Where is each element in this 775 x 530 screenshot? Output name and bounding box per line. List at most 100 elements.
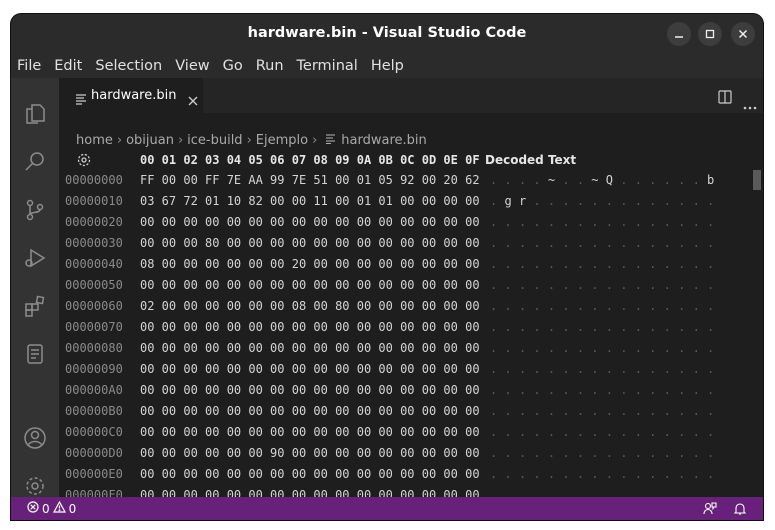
menu-help[interactable]: Help <box>371 58 404 74</box>
hex-row-decoded-text[interactable]: . . . . . . . . . . . . . . . . <box>490 257 714 271</box>
minimize-icon[interactable] <box>667 22 691 46</box>
hex-row-bytes[interactable]: 00 00 00 00 00 00 00 00 00 00 00 00 00 0… <box>140 215 480 229</box>
hex-row-decoded-text[interactable]: . . . . . . . . . . . . . . . . <box>490 299 714 313</box>
breadcrumb-home[interactable]: home <box>76 133 113 148</box>
hex-row-decoded-text[interactable]: . . . . . . . . . . . . . . . . <box>490 362 714 376</box>
menu-file[interactable]: File <box>17 58 41 74</box>
window-title: hardware.bin - Visual Studio Code <box>247 25 527 41</box>
hex-row-bytes[interactable]: 00 00 00 00 00 00 00 00 00 00 00 00 00 0… <box>140 404 480 418</box>
menu-go[interactable]: Go <box>223 58 243 74</box>
warning-count: 0 <box>68 501 77 516</box>
hex-row-bytes[interactable]: 02 00 00 00 00 00 00 08 00 80 00 00 00 0… <box>140 299 480 313</box>
more-actions-icon[interactable] <box>743 95 757 114</box>
hex-row-bytes[interactable]: 00 00 00 00 00 00 00 00 00 00 00 00 00 0… <box>140 383 480 397</box>
breadcrumb-obijuan[interactable]: obijuan <box>126 133 174 148</box>
file-lines-icon <box>75 90 87 109</box>
hex-column-header: 00 01 02 03 04 05 06 07 08 09 0A 0B 0C 0… <box>140 153 480 167</box>
hex-row-address: 000000B0 <box>65 404 123 418</box>
hex-row-address: 00000090 <box>65 362 123 376</box>
breadcrumb-file[interactable]: hardware.bin <box>341 133 426 148</box>
hex-row-address: 000000E0 <box>65 467 123 481</box>
chevron-right-icon: › <box>177 132 184 148</box>
hex-row-bytes[interactable]: 03 67 72 01 10 82 00 00 11 00 01 01 00 0… <box>140 194 480 208</box>
menu-edit[interactable]: Edit <box>54 58 82 74</box>
hex-row-bytes[interactable]: FF 00 00 FF 7E AA 99 7E 51 00 01 05 92 0… <box>140 173 480 187</box>
chevron-right-icon: › <box>246 132 252 148</box>
hex-editor-icon[interactable] <box>23 342 47 366</box>
hex-row-decoded-text[interactable]: . . . . ~ . . ~ Q . . . . . . b <box>490 173 714 187</box>
hex-row-decoded-text[interactable]: . . . . . . . . . . . . . . . . <box>490 425 714 439</box>
error-icon <box>27 501 39 516</box>
maximize-icon[interactable] <box>698 22 722 46</box>
hex-row-bytes[interactable]: 00 00 00 00 00 00 00 00 00 00 00 00 00 0… <box>140 467 480 481</box>
close-icon[interactable] <box>731 22 755 46</box>
search-icon[interactable] <box>23 150 47 174</box>
breadcrumb: home › obijuan › ice-build › Ejemplo › h… <box>76 131 427 149</box>
editor-area: hardware.bin home › obijuan › ice-build … <box>59 78 763 502</box>
hex-row-address: 00000060 <box>65 299 123 313</box>
hex-row-decoded-text[interactable]: . . . . . . . . . . . . . . . . <box>490 446 714 460</box>
hex-row-bytes[interactable]: 08 00 00 00 00 00 00 20 00 00 00 00 00 0… <box>140 257 480 271</box>
hex-row-address: 000000C0 <box>65 425 123 439</box>
hex-row-decoded-text[interactable]: . . . . . . . . . . . . . . . . <box>490 383 714 397</box>
hex-row-bytes[interactable]: 00 00 00 00 00 00 90 00 00 00 00 00 00 0… <box>140 446 480 460</box>
account-icon[interactable] <box>23 426 47 450</box>
hex-row-decoded-text[interactable]: . . . . . . . . . . . . . . . . <box>490 341 714 355</box>
file-lines-icon <box>325 133 336 148</box>
hex-row-address: 00000030 <box>65 236 123 250</box>
scrollbar-thumb[interactable] <box>753 170 761 190</box>
tab-hardware-bin[interactable]: hardware.bin <box>59 78 203 113</box>
hex-row-bytes[interactable]: 00 00 00 00 00 00 00 00 00 00 00 00 00 0… <box>140 320 480 334</box>
tab-close-icon[interactable] <box>188 91 198 110</box>
hex-row-address: 00000070 <box>65 320 123 334</box>
decoded-text-header: Decoded Text <box>485 153 577 167</box>
hex-row-address: 000000A0 <box>65 383 123 397</box>
error-count: 0 <box>42 501 50 516</box>
bell-icon[interactable] <box>733 502 747 518</box>
tab-label: hardware.bin <box>91 88 177 103</box>
hex-row-bytes[interactable]: 00 00 00 00 00 00 00 00 00 00 00 00 00 0… <box>140 362 480 376</box>
source-control-icon[interactable] <box>23 198 47 222</box>
warning-icon <box>52 500 66 516</box>
menu-view[interactable]: View <box>175 58 209 74</box>
breadcrumb-ejemplo[interactable]: Ejemplo <box>256 133 308 148</box>
problems-indicator[interactable]: 0 0 <box>27 500 77 516</box>
chevron-right-icon: › <box>116 132 123 148</box>
hex-row-address: 00000000 <box>65 173 123 187</box>
explorer-icon[interactable] <box>23 102 47 126</box>
hex-row-address: 00000010 <box>65 194 123 208</box>
tab-bar: hardware.bin <box>59 78 763 113</box>
chevron-right-icon: › <box>312 132 318 148</box>
breadcrumb-ice-build[interactable]: ice-build <box>187 133 242 148</box>
hex-row-address: 00000080 <box>65 341 123 355</box>
settings-icon[interactable] <box>23 474 47 498</box>
hex-row-bytes[interactable]: 00 00 00 80 00 00 00 00 00 00 00 00 00 0… <box>140 236 480 250</box>
activity-bar <box>11 78 59 497</box>
vscode-window: hardware.bin - Visual Studio Code File E… <box>11 14 763 520</box>
hex-row-address: 00000050 <box>65 278 123 292</box>
menu-terminal[interactable]: Terminal <box>297 58 358 74</box>
hex-row-decoded-text[interactable]: . g r . . . . . . . . . . . . . <box>490 194 714 208</box>
menu-selection[interactable]: Selection <box>95 58 162 74</box>
hex-row-decoded-text[interactable]: . . . . . . . . . . . . . . . . <box>490 320 714 334</box>
title-bar: hardware.bin - Visual Studio Code <box>11 14 763 54</box>
extensions-icon[interactable] <box>23 294 47 318</box>
feedback-icon[interactable] <box>703 502 717 518</box>
hex-row-bytes[interactable]: 00 00 00 00 00 00 00 00 00 00 00 00 00 0… <box>140 341 480 355</box>
hex-row-address: 00000040 <box>65 257 123 271</box>
hex-row-decoded-text[interactable]: . . . . . . . . . . . . . . . . <box>490 215 714 229</box>
hex-row-decoded-text[interactable]: . . . . . . . . . . . . . . . . <box>490 404 714 418</box>
status-bar: 0 0 <box>11 497 763 520</box>
run-debug-icon[interactable] <box>23 246 47 270</box>
hex-row-decoded-text[interactable]: . . . . . . . . . . . . . . . . <box>490 467 714 481</box>
hex-row-decoded-text[interactable]: . . . . . . . . . . . . . . . . <box>490 278 714 292</box>
hex-row-address: 00000020 <box>65 215 123 229</box>
menu-run[interactable]: Run <box>256 58 284 74</box>
hex-settings-icon[interactable] <box>77 152 91 171</box>
menu-bar: File Edit Selection View Go Run Terminal… <box>11 54 763 78</box>
split-editor-icon[interactable] <box>718 89 732 108</box>
hex-row-bytes[interactable]: 00 00 00 00 00 00 00 00 00 00 00 00 00 0… <box>140 278 480 292</box>
hex-row-decoded-text[interactable]: . . . . . . . . . . . . . . . . <box>490 236 714 250</box>
hex-row-address: 000000D0 <box>65 446 123 460</box>
hex-row-bytes[interactable]: 00 00 00 00 00 00 00 00 00 00 00 00 00 0… <box>140 425 480 439</box>
